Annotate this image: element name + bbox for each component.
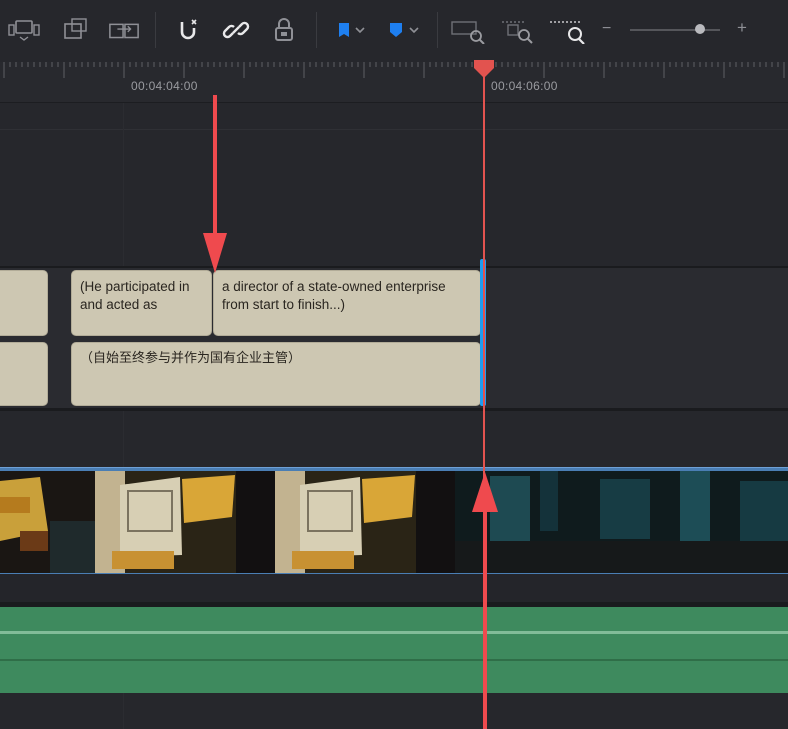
zoom-in-button[interactable]: + <box>737 18 747 38</box>
overwrite-icon[interactable] <box>60 14 92 46</box>
subtitle-clip[interactable]: （自始至终参与并作为国有企业主管） <box>71 342 481 406</box>
replace-icon[interactable] <box>108 14 140 46</box>
empty-track-area <box>0 693 788 729</box>
zoom-full-icon[interactable] <box>450 14 486 46</box>
mode-icon[interactable] <box>8 14 40 46</box>
subtitle-clip[interactable] <box>0 342 48 406</box>
zoom-slider-thumb[interactable] <box>695 24 706 34</box>
playhead-handle[interactable] <box>473 60 495 80</box>
ruler-ticks <box>3 62 785 78</box>
video-thumbnails <box>0 471 788 573</box>
audio-waveform <box>0 631 788 634</box>
marker-chevron-icon[interactable] <box>404 14 424 46</box>
subtitle-track-2: （自始至终参与并作为国有企业主管） <box>0 338 788 408</box>
zoom-detail-icon[interactable] <box>500 14 536 46</box>
timecode-label: 00:04:04:00 <box>131 79 198 93</box>
zoom-out-button[interactable]: − <box>602 20 611 38</box>
empty-track-area <box>0 411 788 467</box>
audio-track[interactable] <box>0 607 788 693</box>
video-track[interactable] <box>0 467 788 574</box>
flag-chevron-icon[interactable] <box>350 14 370 46</box>
subtitle-track-1: (He participated in and acted as a direc… <box>0 268 788 338</box>
annotation-arrow-down <box>203 95 227 273</box>
snapping-icon[interactable] <box>172 14 204 46</box>
timeline-toolbar: − + <box>0 0 788 63</box>
subtitle-clip[interactable] <box>0 270 48 336</box>
annotation-arrow-up <box>472 472 498 729</box>
zoom-custom-icon[interactable] <box>548 14 588 46</box>
timecode-label: 00:04:06:00 <box>491 79 558 93</box>
timecode-ruler[interactable]: 00:04:04:00 00:04:06:00 <box>0 62 788 103</box>
link-icon[interactable] <box>220 14 252 46</box>
empty-track-area <box>0 103 788 266</box>
subtitle-clip[interactable]: a director of a state-owned enterprise f… <box>213 270 481 336</box>
zoom-slider[interactable] <box>630 29 720 31</box>
subtitle-clip[interactable]: (He participated in and acted as <box>71 270 212 336</box>
lock-icon[interactable] <box>268 14 300 46</box>
